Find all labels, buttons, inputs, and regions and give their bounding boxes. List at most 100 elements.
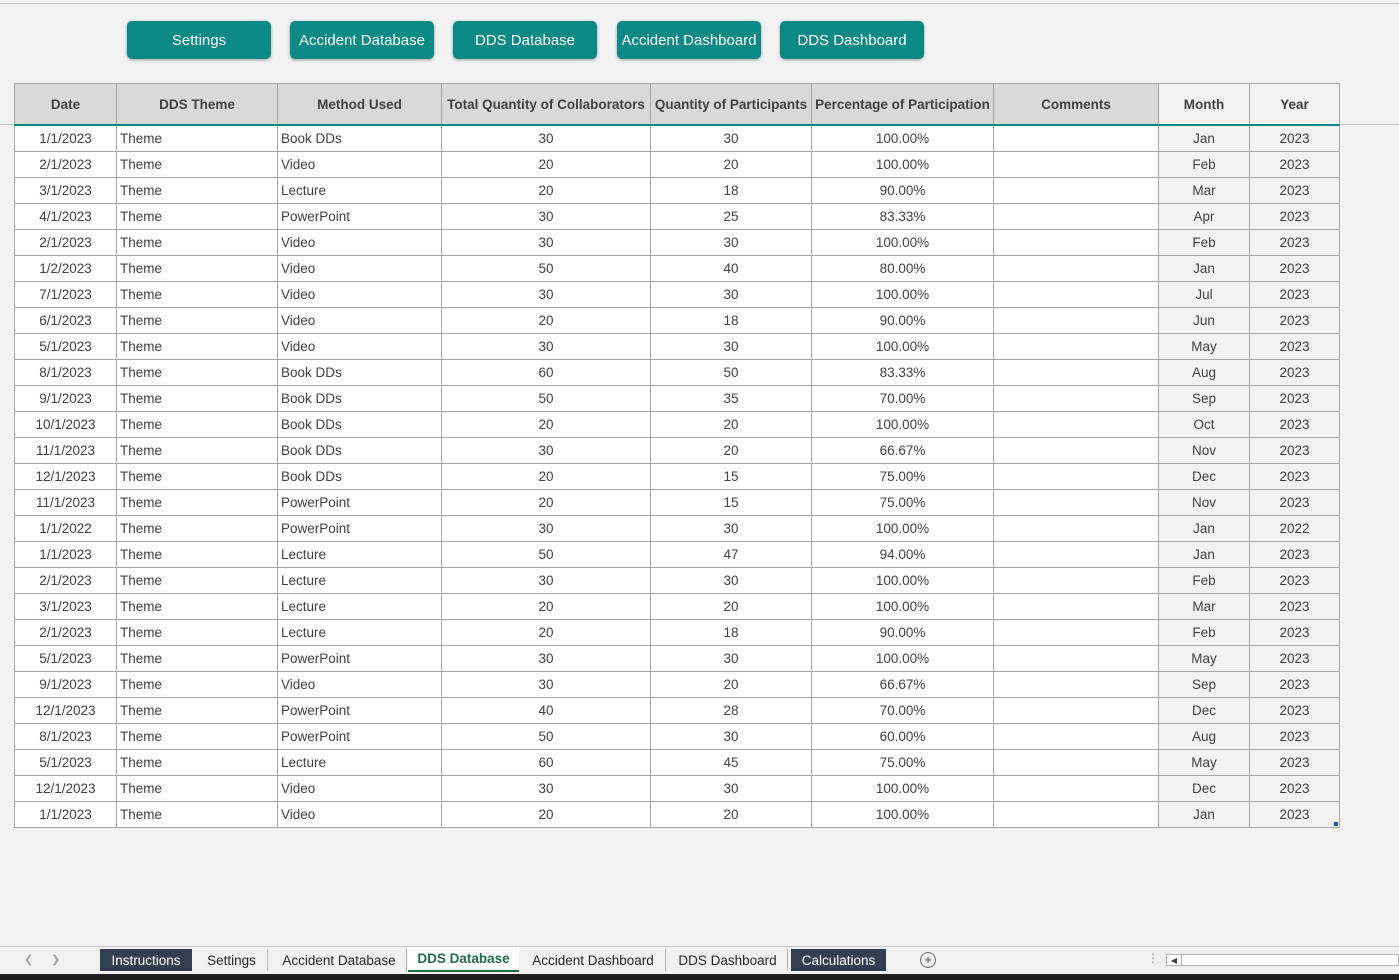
cell-month[interactable]: Oct <box>1159 412 1250 438</box>
cell-participation-percentage[interactable]: 90.00% <box>812 620 994 646</box>
cell-comments[interactable] <box>994 776 1159 802</box>
cell-participation-percentage[interactable]: 75.00% <box>812 464 994 490</box>
cell-year[interactable]: 2023 <box>1250 204 1340 230</box>
cell-year[interactable]: 2023 <box>1250 438 1340 464</box>
cell-year[interactable]: 2023 <box>1250 386 1340 412</box>
cell-participation-percentage[interactable]: 83.33% <box>812 204 994 230</box>
cell-comments[interactable] <box>994 386 1159 412</box>
cell-date[interactable]: 9/1/2023 <box>15 386 117 412</box>
cell-dds-theme[interactable]: Theme <box>117 204 278 230</box>
cell-month[interactable]: Jan <box>1159 125 1250 152</box>
cell-year[interactable]: 2023 <box>1250 412 1340 438</box>
cell-total-collaborators[interactable]: 30 <box>442 568 651 594</box>
header-dds-theme[interactable]: DDS Theme <box>117 84 278 126</box>
cell-comments[interactable] <box>994 438 1159 464</box>
cell-year[interactable]: 2023 <box>1250 152 1340 178</box>
cell-comments[interactable] <box>994 360 1159 386</box>
cell-year[interactable]: 2023 <box>1250 230 1340 256</box>
cell-year[interactable]: 2023 <box>1250 334 1340 360</box>
cell-participation-percentage[interactable]: 100.00% <box>812 125 994 152</box>
cell-participants[interactable]: 28 <box>651 698 812 724</box>
tab-calculations[interactable]: Calculations <box>791 949 886 971</box>
cell-participation-percentage[interactable]: 90.00% <box>812 178 994 204</box>
cell-method-used[interactable]: PowerPoint <box>278 490 442 516</box>
cell-year[interactable]: 2023 <box>1250 542 1340 568</box>
cell-participants[interactable]: 30 <box>651 516 812 542</box>
cell-dds-theme[interactable]: Theme <box>117 464 278 490</box>
cell-total-collaborators[interactable]: 20 <box>442 620 651 646</box>
table-resize-handle[interactable] <box>1334 822 1338 826</box>
cell-month[interactable]: Jan <box>1159 802 1250 828</box>
cell-participants[interactable]: 30 <box>651 776 812 802</box>
cell-participation-percentage[interactable]: 100.00% <box>812 334 994 360</box>
cell-comments[interactable] <box>994 256 1159 282</box>
cell-date[interactable]: 8/1/2023 <box>15 724 117 750</box>
cell-dds-theme[interactable]: Theme <box>117 750 278 776</box>
cell-date[interactable]: 12/1/2023 <box>15 776 117 802</box>
cell-participants[interactable]: 20 <box>651 594 812 620</box>
cell-month[interactable]: Feb <box>1159 568 1250 594</box>
cell-date[interactable]: 5/1/2023 <box>15 750 117 776</box>
cell-participants[interactable]: 35 <box>651 386 812 412</box>
tab-dds-dashboard[interactable]: DDS Dashboard <box>668 949 788 971</box>
cell-method-used[interactable]: Video <box>278 672 442 698</box>
cell-year[interactable]: 2023 <box>1250 125 1340 152</box>
accident-database-button[interactable]: Accident Database <box>290 21 434 59</box>
cell-date[interactable]: 1/1/2022 <box>15 516 117 542</box>
cell-participation-percentage[interactable]: 70.00% <box>812 386 994 412</box>
cell-month[interactable]: Aug <box>1159 360 1250 386</box>
cell-year[interactable]: 2023 <box>1250 620 1340 646</box>
cell-dds-theme[interactable]: Theme <box>117 646 278 672</box>
cell-dds-theme[interactable]: Theme <box>117 230 278 256</box>
cell-participants[interactable]: 18 <box>651 620 812 646</box>
cell-participants[interactable]: 20 <box>651 152 812 178</box>
cell-month[interactable]: Aug <box>1159 724 1250 750</box>
cell-month[interactable]: Sep <box>1159 386 1250 412</box>
cell-participation-percentage[interactable]: 100.00% <box>812 802 994 828</box>
cell-participants[interactable]: 45 <box>651 750 812 776</box>
cell-participation-percentage[interactable]: 90.00% <box>812 308 994 334</box>
cell-comments[interactable] <box>994 542 1159 568</box>
cell-total-collaborators[interactable]: 20 <box>442 802 651 828</box>
cell-dds-theme[interactable]: Theme <box>117 334 278 360</box>
cell-method-used[interactable]: Lecture <box>278 178 442 204</box>
cell-dds-theme[interactable]: Theme <box>117 698 278 724</box>
dds-dashboard-button[interactable]: DDS Dashboard <box>780 21 924 59</box>
cell-total-collaborators[interactable]: 20 <box>442 178 651 204</box>
cell-method-used[interactable]: Book DDs <box>278 360 442 386</box>
cell-total-collaborators[interactable]: 30 <box>442 125 651 152</box>
cell-comments[interactable] <box>994 412 1159 438</box>
cell-month[interactable]: Apr <box>1159 204 1250 230</box>
header-year[interactable]: Year <box>1250 84 1340 126</box>
cell-comments[interactable] <box>994 750 1159 776</box>
cell-comments[interactable] <box>994 698 1159 724</box>
cell-dds-theme[interactable]: Theme <box>117 776 278 802</box>
header-month[interactable]: Month <box>1159 84 1250 126</box>
cell-method-used[interactable]: Book DDs <box>278 438 442 464</box>
cell-date[interactable]: 11/1/2023 <box>15 490 117 516</box>
cell-total-collaborators[interactable]: 20 <box>442 412 651 438</box>
cell-dds-theme[interactable]: Theme <box>117 516 278 542</box>
cell-comments[interactable] <box>994 308 1159 334</box>
cell-month[interactable]: Nov <box>1159 438 1250 464</box>
cell-participants[interactable]: 18 <box>651 308 812 334</box>
cell-date[interactable]: 9/1/2023 <box>15 672 117 698</box>
cell-total-collaborators[interactable]: 30 <box>442 438 651 464</box>
cell-method-used[interactable]: Video <box>278 802 442 828</box>
cell-total-collaborators[interactable]: 50 <box>442 542 651 568</box>
cell-dds-theme[interactable]: Theme <box>117 542 278 568</box>
cell-participation-percentage[interactable]: 83.33% <box>812 360 994 386</box>
cell-year[interactable]: 2023 <box>1250 490 1340 516</box>
tab-accident-dashboard[interactable]: Accident Dashboard <box>521 949 666 971</box>
cell-participants[interactable]: 30 <box>651 125 812 152</box>
cell-year[interactable]: 2023 <box>1250 802 1340 828</box>
cell-month[interactable]: Jan <box>1159 516 1250 542</box>
cell-method-used[interactable]: Video <box>278 334 442 360</box>
cell-participation-percentage[interactable]: 100.00% <box>812 152 994 178</box>
cell-method-used[interactable]: Book DDs <box>278 386 442 412</box>
cell-comments[interactable] <box>994 464 1159 490</box>
cell-comments[interactable] <box>994 516 1159 542</box>
cell-total-collaborators[interactable]: 20 <box>442 490 651 516</box>
cell-month[interactable]: Dec <box>1159 698 1250 724</box>
cell-date[interactable]: 5/1/2023 <box>15 646 117 672</box>
